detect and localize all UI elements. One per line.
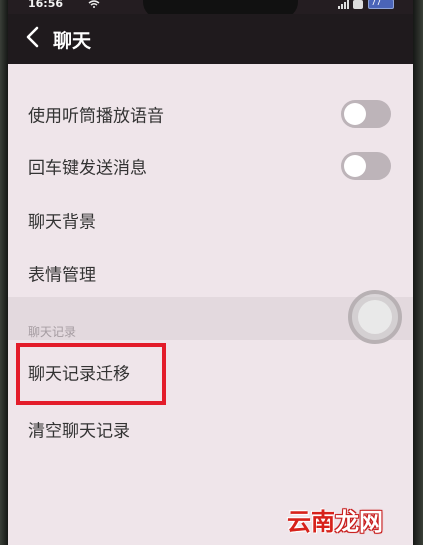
toggle-knob <box>344 103 366 125</box>
setting-earpiece-voice[interactable]: 使用听筒播放语音 <box>8 88 413 140</box>
earpiece-voice-toggle[interactable] <box>341 100 391 128</box>
setting-clear-chat-history[interactable]: 清空聊天记录 <box>8 403 413 455</box>
phone-screen: 16:56 77 聊天 使用听筒播放语音 回车键发送消息 聊天背景 表情管理 聊… <box>8 0 413 545</box>
device-bezel-right <box>413 0 423 545</box>
setting-enter-send[interactable]: 回车键发送消息 <box>8 140 413 192</box>
status-bar: 16:56 77 <box>8 0 413 18</box>
signal-icon <box>338 0 349 9</box>
watermark: 云南龙网 <box>287 502 383 537</box>
setting-label: 使用听筒播放语音 <box>28 106 164 127</box>
watermark-part-2: 龙网 <box>335 508 383 536</box>
chevron-left-icon[interactable] <box>22 24 44 50</box>
header-bar: 聊天 <box>8 14 413 64</box>
setting-label: 表情管理 <box>28 265 96 286</box>
setting-sticker-management[interactable]: 表情管理 <box>8 247 413 299</box>
wifi-icon <box>88 0 100 8</box>
assistive-touch-icon[interactable] <box>348 290 402 344</box>
battery-level: 77 <box>371 0 382 7</box>
setting-chat-background[interactable]: 聊天背景 <box>8 194 413 246</box>
battery-icon: 77 <box>368 0 394 9</box>
enter-send-toggle[interactable] <box>341 152 391 180</box>
hd-icon <box>353 0 363 9</box>
page-title: 聊天 <box>53 30 92 52</box>
toggle-knob <box>344 155 366 177</box>
assistive-touch-inner <box>358 300 392 334</box>
setting-label: 回车键发送消息 <box>28 158 147 179</box>
device-bezel-left <box>0 0 8 545</box>
highlight-annotation <box>16 343 166 405</box>
watermark-part-1: 云南 <box>287 508 335 536</box>
setting-label: 聊天背景 <box>28 212 96 233</box>
setting-label: 清空聊天记录 <box>28 421 130 442</box>
status-time: 16:56 <box>28 0 64 10</box>
section-title-chat-history: 聊天记录 <box>28 325 77 339</box>
